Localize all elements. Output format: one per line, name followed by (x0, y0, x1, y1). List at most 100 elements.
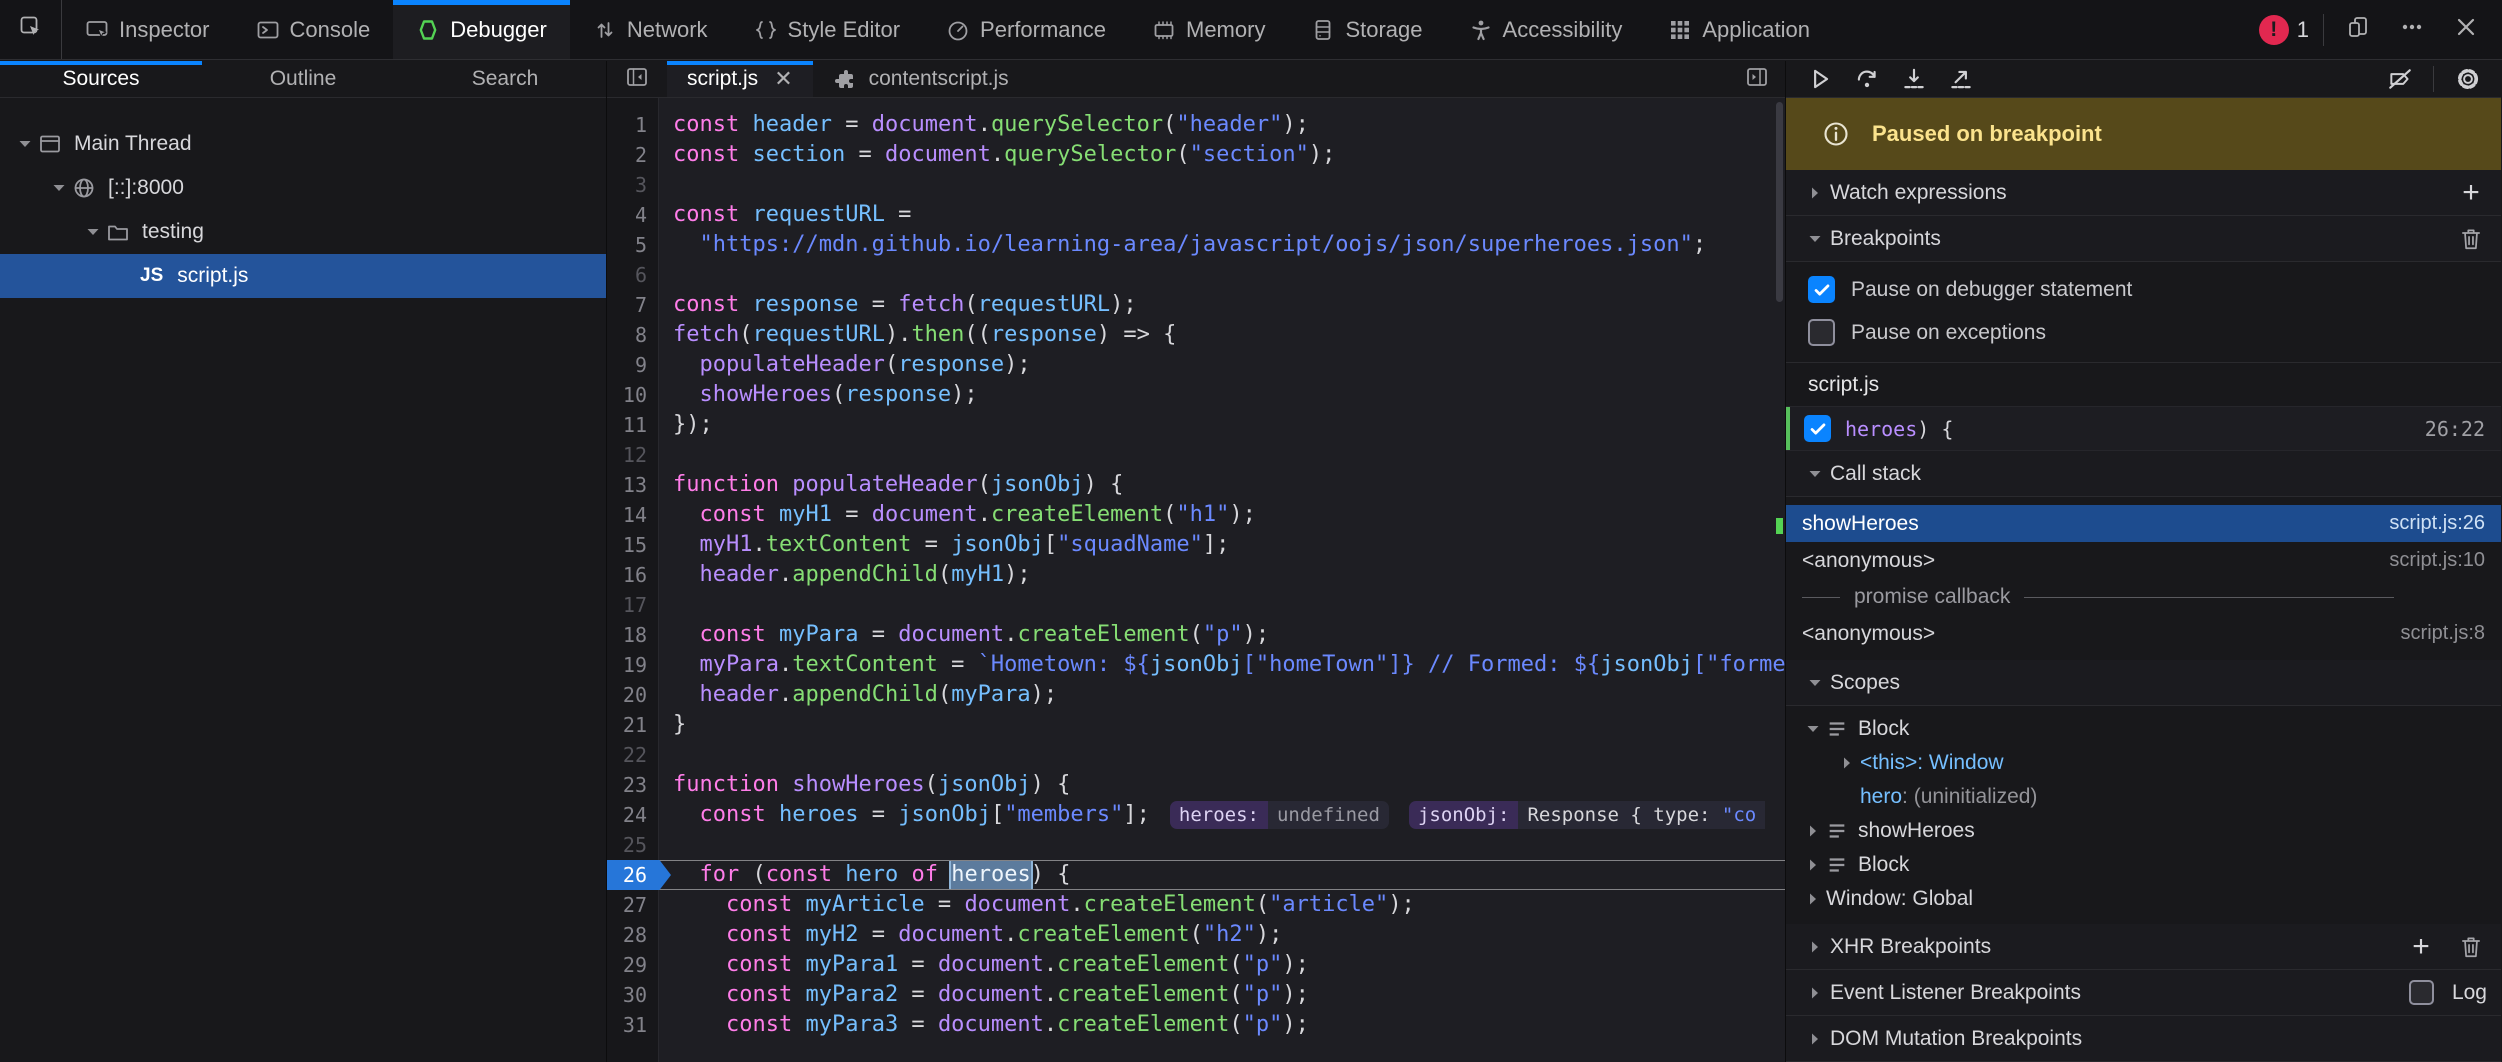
breakpoint-item[interactable]: heroes) {26:22 (1786, 406, 2501, 451)
source-tree-item--8000[interactable]: [::]:8000 (0, 166, 606, 210)
code-line-content[interactable] (659, 260, 1785, 290)
line-number[interactable]: 18 (607, 620, 659, 650)
code-line-content[interactable]: fetch(requestURL).then((response) => { (659, 320, 1785, 350)
code-line-content[interactable]: const requestURL = (659, 200, 1785, 230)
scope-row-0[interactable]: Block (1794, 712, 2501, 746)
line-number[interactable]: 29 (607, 950, 659, 980)
code-line-content[interactable] (659, 830, 1785, 860)
meatball-menu-button[interactable] (2392, 10, 2432, 50)
code-line-content[interactable] (659, 590, 1785, 620)
source-tree-item-testing[interactable]: testing (0, 210, 606, 254)
element-picker-button[interactable] (0, 0, 62, 59)
sidebar-tab-sources[interactable]: Sources (0, 61, 202, 97)
twisty-down-icon[interactable] (1800, 675, 1830, 691)
toolbox-tab-application[interactable]: Application (1645, 0, 1833, 59)
remove-xhr-breakpoints-button[interactable] (2455, 931, 2487, 963)
sidebar-tab-outline[interactable]: Outline (202, 61, 404, 97)
line-number[interactable]: 27 (607, 890, 659, 920)
code-line-content[interactable]: const response = fetch(requestURL); (659, 290, 1785, 320)
line-number[interactable]: 28 (607, 920, 659, 950)
source-tree-item-main-thread[interactable]: Main Thread (0, 122, 606, 166)
inline-preview-pill[interactable]: heroes:undefined (1170, 801, 1389, 829)
scrollbar-thumb[interactable] (1776, 102, 1783, 302)
add-watch-expression-button[interactable]: + (2455, 177, 2487, 209)
line-number[interactable]: 8 (607, 320, 659, 350)
responsive-design-mode-button[interactable] (2338, 10, 2378, 50)
line-number[interactable]: 16 (607, 560, 659, 590)
close-devtools-button[interactable] (2446, 10, 2486, 50)
log-checkbox-unchecked[interactable] (2409, 980, 2434, 1005)
checkbox-unchecked[interactable] (1808, 319, 1835, 346)
line-number[interactable]: 4 (607, 200, 659, 230)
toolbox-tab-accessibility[interactable]: Accessibility (1446, 0, 1646, 59)
twisty-down-icon[interactable] (1800, 721, 1826, 737)
twisty-right-icon[interactable] (1800, 1031, 1830, 1047)
line-number[interactable]: 14 (607, 500, 659, 530)
step-out-button[interactable] (1937, 61, 1984, 97)
line-number[interactable]: 13 (607, 470, 659, 500)
code-line-content[interactable] (659, 440, 1785, 470)
twisty-down-icon[interactable] (46, 180, 72, 196)
sidebar-tab-search[interactable]: Search (404, 61, 606, 97)
checkbox-checked[interactable] (1808, 276, 1835, 303)
sources-panel-toggle-button[interactable] (607, 61, 667, 97)
code-line-content[interactable]: }); (659, 410, 1785, 440)
toolbox-tab-storage[interactable]: Storage (1288, 0, 1445, 59)
editor-tab-script-js[interactable]: script.js✕ (667, 61, 813, 97)
line-number[interactable]: 3 (607, 170, 659, 200)
code-line-content[interactable]: header.appendChild(myH1); (659, 560, 1785, 590)
code-line-content[interactable]: const myH2 = document.createElement("h2"… (659, 920, 1785, 950)
code-line-content[interactable]: const myArticle = document.createElement… (659, 890, 1785, 920)
twisty-down-icon[interactable] (1800, 231, 1830, 247)
breakpoints-header[interactable]: Breakpoints (1786, 216, 2501, 262)
scopes-header[interactable]: Scopes (1786, 660, 2501, 706)
line-number[interactable]: 24 (607, 800, 659, 830)
line-number[interactable]: 9 (607, 350, 659, 380)
dom-mutation-breakpoints-header[interactable]: DOM Mutation Breakpoints (1786, 1016, 2501, 1062)
code-line-content[interactable]: header.appendChild(myPara); (659, 680, 1785, 710)
line-number[interactable]: 15 (607, 530, 659, 560)
scope-row-5[interactable]: Window: Global (1794, 882, 2501, 916)
scope-row-4[interactable]: Block (1794, 848, 2501, 882)
code-line-content[interactable]: myPara.textContent = `Hometown: ${jsonOb… (659, 650, 1785, 680)
line-number[interactable]: 23 (607, 770, 659, 800)
code-line-content[interactable]: const myPara2 = document.createElement("… (659, 980, 1785, 1010)
breakpoint-option-1[interactable]: Pause on exceptions (1786, 311, 2501, 354)
toolbox-tab-console[interactable]: Console (233, 0, 394, 59)
deactivate-breakpoints-button[interactable] (2376, 61, 2423, 97)
call-stack-frame-0[interactable]: showHeroesscript.js:26 (1786, 505, 2501, 542)
toolbox-tab-debugger[interactable]: Debugger (393, 0, 570, 59)
code-line-content[interactable]: const myPara1 = document.createElement("… (659, 950, 1785, 980)
breakpoint-option-0[interactable]: Pause on debugger statement (1786, 268, 2501, 311)
code-line-content[interactable]: myH1.textContent = jsonObj["squadName"]; (659, 530, 1785, 560)
line-number[interactable]: 12 (607, 440, 659, 470)
resume-button[interactable] (1796, 61, 1843, 97)
line-number[interactable]: 1 (607, 110, 659, 140)
scope-row-3[interactable]: showHeroes (1794, 814, 2501, 848)
twisty-right-icon[interactable] (1834, 755, 1860, 771)
twisty-down-icon[interactable] (12, 136, 38, 152)
toolbox-tab-inspector[interactable]: Inspector (62, 0, 233, 59)
line-number[interactable]: 20 (607, 680, 659, 710)
call-stack-header[interactable]: Call stack (1786, 451, 2501, 497)
call-stack-frame-3[interactable]: <anonymous>script.js:8 (1786, 615, 2501, 652)
code-line-content[interactable]: const myH1 = document.createElement("h1"… (659, 500, 1785, 530)
line-number[interactable]: 17 (607, 590, 659, 620)
line-number[interactable]: 31 (607, 1010, 659, 1040)
source-tree-item-script-js[interactable]: JSscript.js (0, 254, 606, 298)
line-number[interactable]: 6 (607, 260, 659, 290)
call-stack-frame-1[interactable]: <anonymous>script.js:10 (1786, 542, 2501, 579)
code-line-content[interactable] (659, 170, 1785, 200)
editor-tab-contentscript-js[interactable]: contentscript.js (813, 61, 1029, 97)
line-number[interactable]: 26 (607, 860, 659, 890)
line-number[interactable]: 30 (607, 980, 659, 1010)
debugger-settings-button[interactable] (2444, 61, 2491, 97)
toolbox-tab-memory[interactable]: Memory (1129, 0, 1288, 59)
error-count-badge[interactable]: ! 1 (2259, 15, 2309, 45)
code-line-content[interactable] (659, 740, 1785, 770)
code-line-content[interactable]: "https://mdn.github.io/learning-area/jav… (659, 230, 1785, 260)
inline-preview-pill[interactable]: jsonObj:Response { type: "co (1409, 801, 1785, 829)
scope-row-2[interactable]: hero: (uninitialized) (1794, 780, 2501, 814)
code-line-content[interactable]: showHeroes(response); (659, 380, 1785, 410)
step-in-button[interactable] (1890, 61, 1937, 97)
